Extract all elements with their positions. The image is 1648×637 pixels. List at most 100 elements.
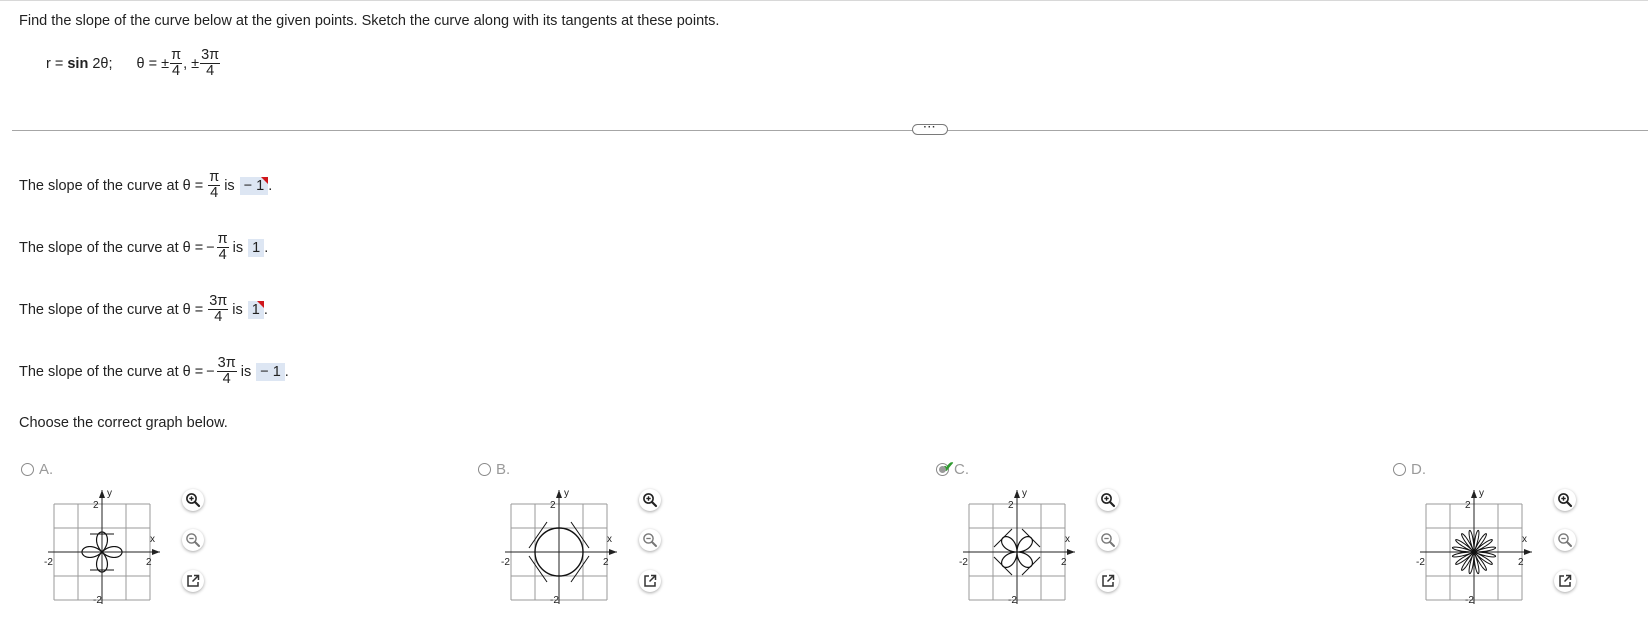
answer-prefix: The slope of the curve at θ = bbox=[19, 177, 204, 194]
option-c[interactable]: ✔ C. bbox=[936, 459, 969, 478]
y-tick-neg: -2 bbox=[93, 595, 102, 606]
option-radio[interactable] bbox=[1393, 463, 1406, 476]
answer-theta-fraction: 3π 4 bbox=[208, 293, 229, 325]
graph-svg: y x 2 -2 -2 2 bbox=[501, 488, 617, 606]
comma-pm: , ± bbox=[183, 55, 200, 72]
zoom-in-button[interactable] bbox=[1554, 489, 1576, 511]
theta-label: θ = ± bbox=[136, 55, 170, 72]
open-new-window-icon bbox=[186, 574, 200, 588]
open-new-window-button[interactable] bbox=[1554, 570, 1576, 592]
y-tick-pos: 2 bbox=[550, 500, 556, 511]
answer-sign: − bbox=[206, 239, 215, 256]
option-graph: y x 2 -2 -2 2 bbox=[499, 486, 619, 612]
zoom-in-button[interactable] bbox=[639, 489, 661, 511]
option-d[interactable]: D. bbox=[1393, 461, 1426, 478]
zoom-out-button[interactable] bbox=[1554, 529, 1576, 551]
answer-prefix: The slope of the curve at θ = bbox=[19, 239, 204, 256]
zoom-out-button[interactable] bbox=[639, 529, 661, 551]
option-graph: y x 2 -2 -2 2 bbox=[957, 486, 1077, 612]
zoom-out-icon bbox=[1557, 532, 1573, 548]
zoom-out-icon bbox=[1100, 532, 1116, 548]
zoom-out-icon bbox=[185, 532, 201, 548]
y-axis-label: y bbox=[107, 488, 112, 499]
y-tick-pos: 2 bbox=[93, 500, 99, 511]
open-new-window-button[interactable] bbox=[1097, 570, 1119, 592]
option-radio[interactable]: ✔ bbox=[936, 459, 955, 476]
x-axis-label: x bbox=[150, 534, 155, 545]
x-tick-pos: 2 bbox=[146, 557, 152, 568]
open-new-window-button[interactable] bbox=[639, 570, 661, 592]
answer-theta-fraction: π4 bbox=[216, 231, 229, 263]
option-letter: C. bbox=[954, 461, 969, 478]
zoom-in-icon bbox=[1557, 492, 1573, 508]
x-tick-pos: 2 bbox=[1061, 557, 1067, 568]
answer-prefix: The slope of the curve at θ = bbox=[19, 301, 204, 318]
graph-svg: y x 2 -2 -2 2 bbox=[959, 488, 1075, 606]
answer-is: is bbox=[240, 363, 252, 380]
option-letter: D. bbox=[1411, 461, 1426, 478]
equation-r-label: r = bbox=[46, 55, 64, 72]
zoom-in-button[interactable] bbox=[182, 489, 204, 511]
zoom-in-button[interactable] bbox=[1097, 489, 1119, 511]
x-tick-pos: 2 bbox=[1518, 557, 1524, 568]
x-axis-label: x bbox=[1065, 534, 1070, 545]
incorrect-flag-icon bbox=[261, 176, 269, 184]
x-axis-label: x bbox=[1522, 534, 1527, 545]
option-radio[interactable] bbox=[478, 463, 491, 476]
zoom-out-button[interactable] bbox=[182, 529, 204, 551]
y-axis-label: y bbox=[1022, 488, 1027, 499]
answer-value-box[interactable]: 1 bbox=[247, 300, 264, 319]
answer-sign: − bbox=[206, 363, 215, 380]
incorrect-flag-icon bbox=[256, 300, 264, 308]
open-new-window-icon bbox=[643, 574, 657, 588]
option-radio[interactable] bbox=[21, 463, 34, 476]
y-tick-pos: 2 bbox=[1008, 500, 1014, 511]
question-instruction: Find the slope of the curve below at the… bbox=[19, 13, 720, 29]
answer-value-box[interactable]: 1 bbox=[248, 238, 265, 257]
x-tick-pos: 2 bbox=[603, 557, 609, 568]
question-equation: r = sin 2θ; θ = ± π4 , ± 3π 4 bbox=[46, 48, 221, 79]
option-graph: y x 2 -2 -2 2 bbox=[42, 486, 162, 612]
open-new-window-icon bbox=[1101, 574, 1115, 588]
fraction-3pi-over-4: 3π 4 bbox=[200, 47, 221, 79]
open-new-window-button[interactable] bbox=[182, 570, 204, 592]
option-a[interactable]: A. bbox=[21, 461, 53, 478]
answer-is: is bbox=[224, 177, 235, 194]
expand-more-button[interactable]: ··· bbox=[912, 123, 948, 135]
answer-is: is bbox=[232, 239, 244, 256]
x-axis-label: x bbox=[607, 534, 612, 545]
zoom-in-icon bbox=[185, 492, 201, 508]
answer-row: The slope of the curve at θ = 3π 4 is 1. bbox=[19, 294, 268, 325]
y-tick-neg: -2 bbox=[550, 595, 559, 606]
zoom-out-button[interactable] bbox=[1097, 529, 1119, 551]
option-graph: y x 2 -2 -2 2 bbox=[1414, 486, 1534, 612]
y-tick-neg: -2 bbox=[1008, 595, 1017, 606]
graph-svg: y x 2 -2 -2 2 bbox=[44, 488, 160, 606]
answer-prefix: The slope of the curve at θ = bbox=[19, 363, 204, 380]
answer-value-box[interactable]: − 1 bbox=[256, 362, 285, 381]
x-tick-neg: -2 bbox=[959, 557, 968, 568]
answer-is: is bbox=[232, 301, 243, 318]
answer-row: The slope of the curve at θ = − π 4 is 1. bbox=[19, 232, 268, 263]
zoom-out-icon bbox=[642, 532, 658, 548]
y-tick-pos: 2 bbox=[1465, 500, 1471, 511]
answer-period: . bbox=[284, 363, 289, 380]
answer-value: − 1 bbox=[260, 363, 281, 380]
y-axis-label: y bbox=[1479, 488, 1484, 499]
answer-value-box[interactable]: − 1 bbox=[239, 176, 269, 195]
option-letter: B. bbox=[496, 461, 511, 478]
correct-check-icon: ✔ bbox=[942, 459, 955, 476]
zoom-in-icon bbox=[1100, 492, 1116, 508]
x-tick-neg: -2 bbox=[501, 557, 510, 568]
answer-period: . bbox=[263, 301, 268, 318]
equation-arg: 2θ; bbox=[92, 55, 113, 72]
open-new-window-icon bbox=[1558, 574, 1572, 588]
equation-func: sin bbox=[67, 55, 89, 72]
y-tick-neg: -2 bbox=[1465, 595, 1474, 606]
y-axis-label: y bbox=[564, 488, 569, 499]
zoom-in-icon bbox=[642, 492, 658, 508]
answer-theta-fraction: π4 bbox=[208, 169, 221, 201]
option-b[interactable]: B. bbox=[478, 461, 510, 478]
section-divider bbox=[12, 130, 1648, 131]
fraction-pi-over-4: π4 bbox=[170, 47, 183, 79]
